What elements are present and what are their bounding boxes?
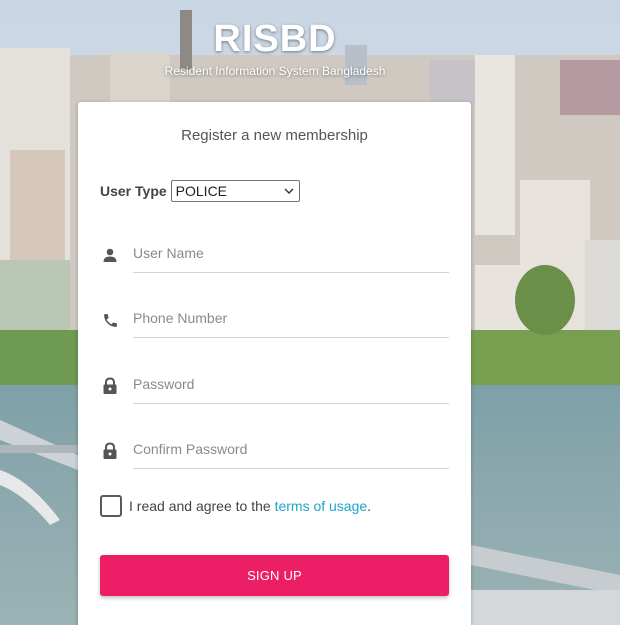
lock-icon [100,376,120,396]
chevron-down-icon [284,188,294,194]
brand-logo: RISBD [213,18,337,60]
sign-up-button[interactable]: SIGN UP [100,555,449,596]
username-input[interactable]: User Name [133,233,449,273]
confirm-password-input[interactable]: Confirm Password [133,429,449,469]
terms-agree-row: I read and agree to the terms of usage. [100,495,371,517]
register-card: Register a new membership User Type POLI… [78,102,471,625]
terms-agree-text: I read and agree to the terms of usage. [129,498,371,514]
terms-checkbox[interactable] [100,495,122,517]
phone-input[interactable]: Phone Number [133,298,449,338]
person-icon [100,245,120,265]
form-title: Register a new membership [181,127,368,144]
user-type-row: User Type POLICE [100,180,300,202]
brand-tagline: Resident Information System Bangladesh [164,64,386,78]
password-row: Password [100,364,449,404]
lock-icon [100,441,120,461]
password-input[interactable]: Password [133,364,449,404]
confirm-password-row: Confirm Password [100,429,449,469]
terms-link[interactable]: terms of usage [275,498,368,514]
terms-prefix: I read and agree to the [129,498,271,514]
username-row: User Name [100,233,449,273]
brand-header: RISBD Resident Information System Bangla… [0,18,550,79]
phone-icon [100,310,120,330]
terms-suffix: . [367,498,372,514]
user-type-label: User Type [100,183,167,199]
phone-row: Phone Number [100,298,449,338]
user-type-selected: POLICE [175,183,228,199]
user-type-select[interactable]: POLICE [170,180,300,202]
